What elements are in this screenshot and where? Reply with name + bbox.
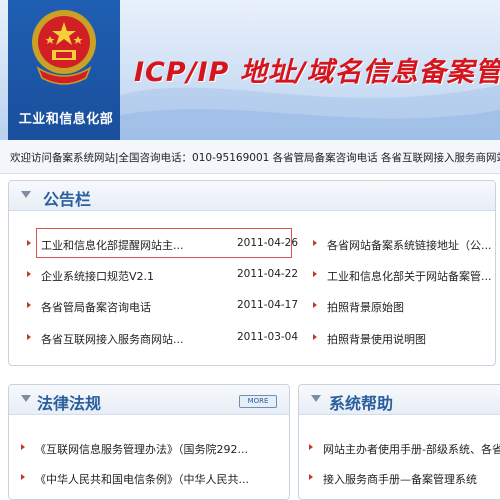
national-emblem-icon xyxy=(32,10,96,85)
laws-panel-title: 法律法规 xyxy=(37,394,102,413)
highlight-box xyxy=(36,228,292,258)
laws-panel-header: 法律法规 MORE xyxy=(9,385,289,415)
announcement-item-date: 2011-03-04 xyxy=(237,331,299,343)
announcement-panel-header: 公告栏 xyxy=(9,181,495,211)
announcement-item-date: 2011-04-22 xyxy=(237,268,299,280)
law-item-label[interactable]: 《互联网信息服务管理办法》（国务院292... xyxy=(35,441,285,457)
bullet-icon xyxy=(21,474,25,480)
collapse-arrow-icon[interactable] xyxy=(21,191,31,198)
help-panel-header: 系统帮助 xyxy=(299,385,500,415)
site-title: ICP/IP 地址/域名信息备案管理系统 xyxy=(134,57,500,88)
info-bar-text: 欢迎访问备案系统网站|全国咨询电话：010-95169001 各省管局备案咨询电… xyxy=(10,152,500,164)
help-item-label[interactable]: 接入服务商手册—备案管理系统 xyxy=(323,471,500,487)
announcement-item-label[interactable]: 拍照背景原始图 xyxy=(327,299,493,315)
bullet-icon xyxy=(313,302,317,308)
help-item[interactable]: 接入服务商手册—备案管理系统 xyxy=(309,471,500,487)
bullet-icon xyxy=(27,271,31,277)
announcement-item-label[interactable]: 各省网站备案系统链接地址（公... xyxy=(327,237,493,253)
announcement-item-label[interactable]: 工业和信息化部关于网站备案管... xyxy=(327,268,493,284)
help-panel-title: 系统帮助 xyxy=(329,394,394,413)
announcement-item-date: 2011-04-17 xyxy=(237,299,299,311)
announcement-item[interactable]: 各省管局备案咨询电话 2011-04-17 xyxy=(27,299,303,315)
help-panel: 系统帮助 网站主办者使用手册-部级系统、各省局系统 接入服务商手册—备案管理系统 xyxy=(298,384,500,500)
info-bar: 欢迎访问备案系统网站|全国咨询电话：010-95169001 各省管局备案咨询电… xyxy=(0,140,500,174)
law-item-label[interactable]: 《中华人民共和国电信条例》（中华人民共... xyxy=(35,471,285,487)
bullet-icon xyxy=(313,271,317,277)
more-button[interactable]: MORE xyxy=(239,395,277,408)
announcement-item[interactable]: 拍照背景原始图 xyxy=(313,299,493,315)
announcement-item-label[interactable]: 各省管局备案咨询电话 xyxy=(41,299,221,315)
announcement-item[interactable]: 各省互联网接入服务商网站... 2011-03-04 xyxy=(27,331,303,347)
collapse-arrow-icon[interactable] xyxy=(311,395,321,402)
announcement-item[interactable]: 各省网站备案系统链接地址（公... xyxy=(313,237,493,253)
bullet-icon xyxy=(313,240,317,246)
announcement-panel-title: 公告栏 xyxy=(43,190,92,209)
law-item[interactable]: 《中华人民共和国电信条例》（中华人民共... xyxy=(21,471,285,487)
bullet-icon xyxy=(309,474,313,480)
law-item[interactable]: 《互联网信息服务管理办法》（国务院292... xyxy=(21,441,285,457)
bullet-icon xyxy=(27,240,31,246)
announcement-item[interactable]: 企业系统接口规范V2.1 2011-04-22 xyxy=(27,268,303,284)
help-item[interactable]: 网站主办者使用手册-部级系统、各省局系统 xyxy=(309,441,500,457)
laws-panel: 法律法规 MORE 《互联网信息服务管理办法》（国务院292... 《中华人民共… xyxy=(8,384,290,500)
announcement-panel: 公告栏 工业和信息化部提醒网站主... 2011-04-26 企业系统接口规范V… xyxy=(8,180,496,366)
bullet-icon xyxy=(21,444,25,450)
bullet-icon xyxy=(313,334,317,340)
collapse-arrow-icon[interactable] xyxy=(21,395,31,402)
emblem-panel: 工业和信息化部 xyxy=(8,0,120,140)
announcement-item-label[interactable]: 企业系统接口规范V2.1 xyxy=(41,268,221,284)
bullet-icon xyxy=(309,444,313,450)
announcement-item-label[interactable]: 拍照背景使用说明图 xyxy=(327,331,493,347)
announcement-item[interactable]: 工业和信息化部关于网站备案管... xyxy=(313,268,493,284)
announcement-item-label[interactable]: 各省互联网接入服务商网站... xyxy=(41,331,221,347)
bullet-icon xyxy=(27,302,31,308)
help-item-label[interactable]: 网站主办者使用手册-部级系统、各省局系统 xyxy=(323,441,500,457)
announcement-item[interactable]: 拍照背景使用说明图 xyxy=(313,331,493,347)
bullet-icon xyxy=(27,334,31,340)
ministry-name: 工业和信息化部 xyxy=(18,112,114,127)
site-header: 工业和信息化部 ICP/IP 地址/域名信息备案管理系统 xyxy=(0,0,500,140)
